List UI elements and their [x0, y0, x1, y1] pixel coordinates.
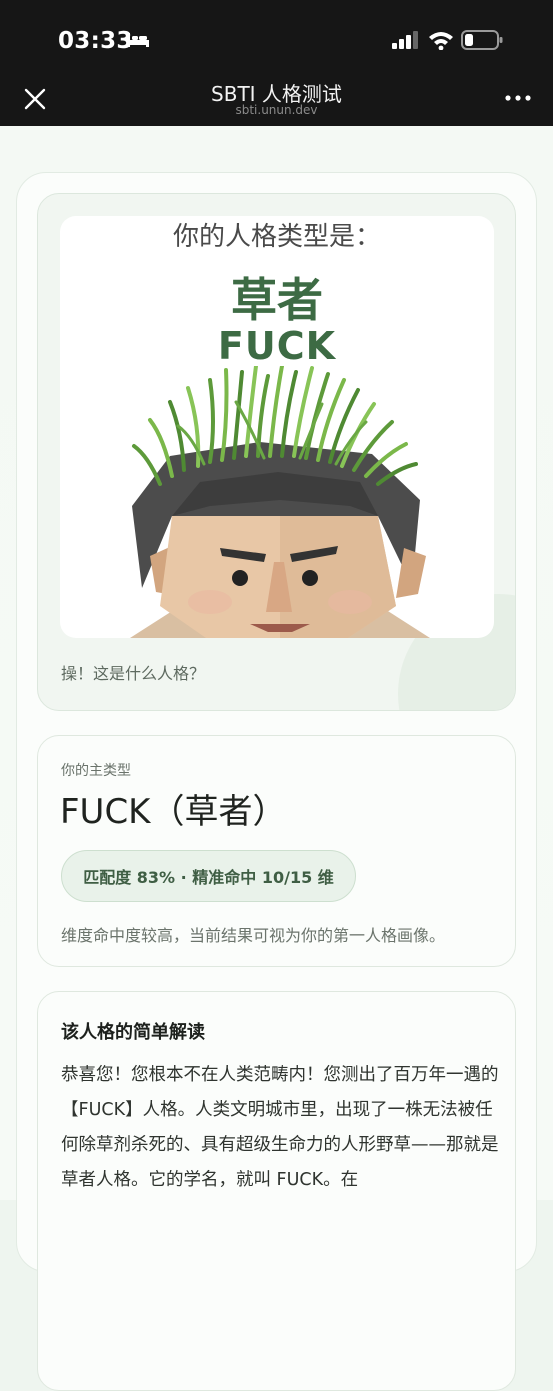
type-card: 你的主类型 FUCK（草者） 匹配度 83% · 精准命中 10/15 维 维度…: [37, 735, 516, 967]
hero-name-en: FUCK: [217, 324, 337, 368]
wifi-icon: [429, 32, 453, 50]
type-kicker: 你的主类型: [61, 763, 131, 779]
status-time: 03:33: [58, 28, 133, 54]
description-card: 该人格的简单解读 恭喜您！您根本不在人类范畴内！您测出了百万年一遇的【FUCK】…: [37, 991, 516, 1391]
description-body: 恭喜您！您根本不在人类范畴内！您测出了百万年一遇的【FUCK】人格。人类文明城市…: [61, 1065, 499, 1190]
signal-icon: [392, 31, 418, 49]
top-bar: 03:33 SBTI 人格测试 sbti.unun.dev: [0, 0, 553, 126]
description-title: 该人格的简单解读: [61, 1022, 205, 1043]
hero-kicker: 你的人格类型是：: [172, 222, 381, 252]
type-name: FUCK（草者）: [60, 792, 287, 832]
more-icon[interactable]: [505, 95, 531, 101]
hero-caption: 操！这是什么人格？: [61, 664, 206, 683]
page-content[interactable]: 你的人格类型是： 草者 FUCK 操！这是什么人格？ 你的主类型 FUCK（草者…: [0, 126, 553, 1391]
hero-name-cn: 草者: [231, 273, 323, 327]
bed-icon: [127, 33, 149, 47]
match-badge: 匹配度 83% · 精准命中 10/15 维: [61, 850, 356, 902]
personality-image: 你的人格类型是： 草者 FUCK: [60, 216, 494, 638]
type-note: 维度命中度较高，当前结果可视为你的第一人格画像。: [61, 926, 446, 945]
nav-subtitle: sbti.unun.dev: [235, 103, 318, 117]
hero-card: 你的人格类型是： 草者 FUCK 操！这是什么人格？: [37, 193, 516, 711]
battery-icon: [461, 30, 503, 50]
grass-head-illustration: [130, 366, 430, 638]
